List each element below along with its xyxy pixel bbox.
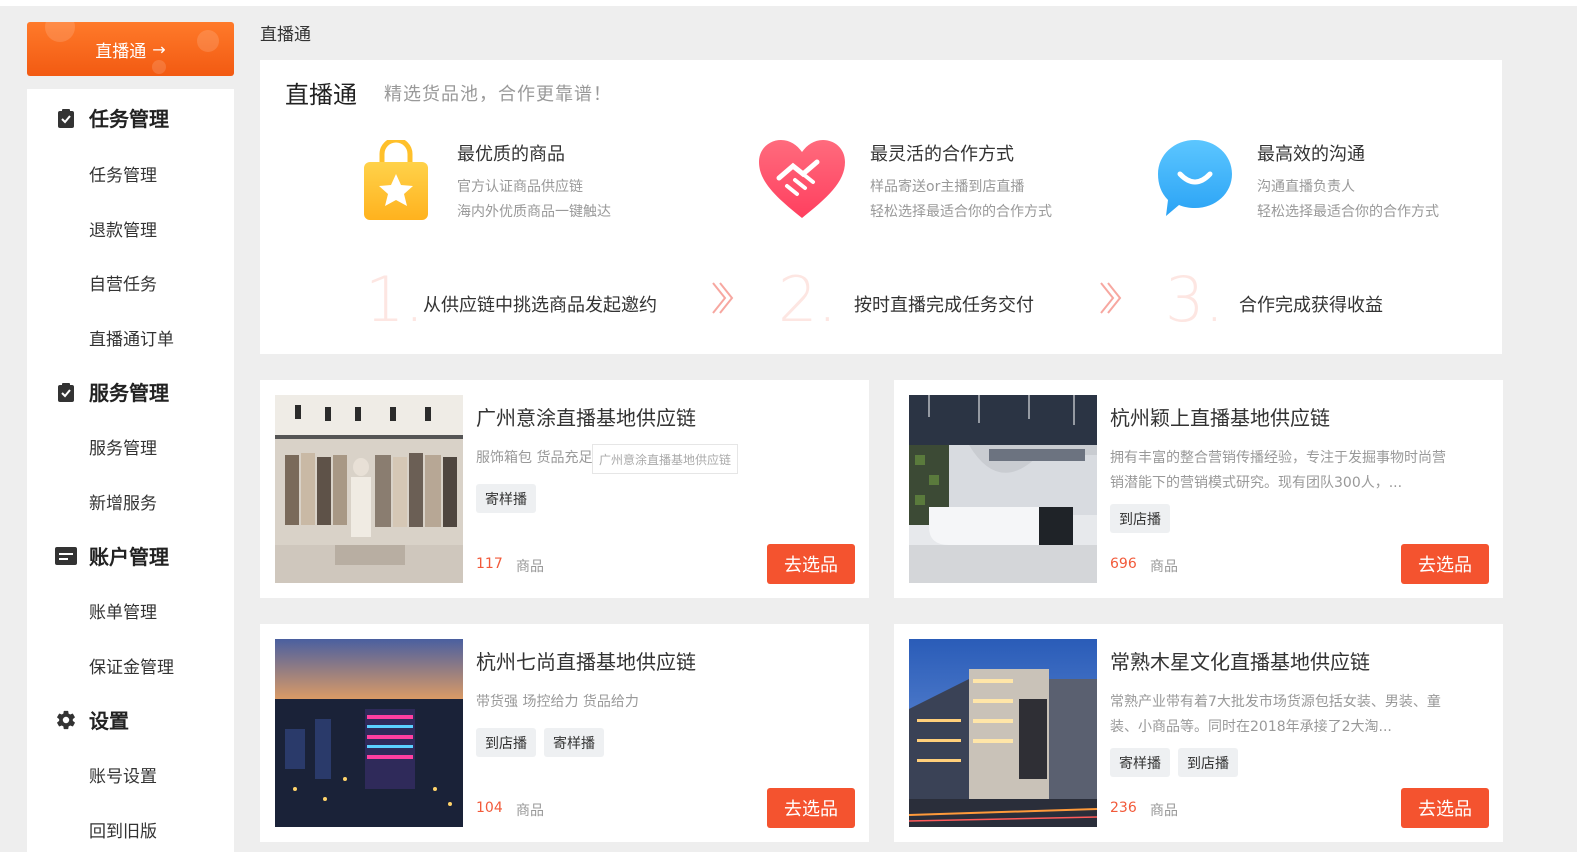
select-products-button[interactable]: 去选品 [767,788,855,828]
supplier-name[interactable]: 杭州七尚直播基地供应链 [476,646,696,675]
product-count: 236 [1110,800,1137,816]
step-text: 合作完成获得收益 [1239,295,1383,316]
sidebar-item-task-management[interactable]: 任务管理 [89,161,157,186]
supplier-thumbnail [275,395,463,583]
sidebar-section-account[interactable]: 账户管理 [55,541,169,570]
shopping-bag-star-icon [360,137,432,226]
supplier-name[interactable]: 常熟木星文化直播基地供应链 [1110,646,1370,675]
select-products-button[interactable]: 去选品 [1401,544,1489,584]
sidebar-item-account-settings[interactable]: 账号设置 [89,762,157,787]
feature-line: 轻松选择最适合你的合作方式 [1257,204,1439,220]
zhibotong-button-label: 直播通 [95,41,147,62]
feature-flexible-cooperation: 最灵活的合作方式 样品寄送or主播到店直播 轻松选择最适合你的合作方式 [870,140,1052,220]
sidebar-item-refund-management[interactable]: 退款管理 [89,216,157,241]
product-count: 696 [1110,556,1137,572]
step-text: 按时直播完成任务交付 [854,295,1034,316]
tooltip: 广州意涂直播基地供应链 [592,444,738,474]
feature-quality-goods: 最优质的商品 官方认证商品供应链 海内外优质商品一键触达 [457,140,611,220]
product-unit: 商品 [516,803,544,819]
sidebar-item-add-service[interactable]: 新增服务 [89,489,157,514]
product-unit: 商品 [1150,559,1178,575]
sidebar-section-settings[interactable]: 设置 [55,705,129,734]
supplier-card[interactable]: 杭州颖上直播基地供应链 拥有丰富的整合营销传播经验，专注于发掘事物时尚营销潜能下… [894,380,1503,598]
feature-line: 轻松选择最适合你的合作方式 [870,204,1052,220]
arrow-right-icon: → [152,39,166,59]
step-number: 2. [778,263,838,336]
intro-panel: 直播通 精选货品池，合作更靠谱！ 最优质的商品 官方认证商品供应链 海内外优质商… [260,60,1502,354]
sidebar-item-self-tasks[interactable]: 自营任务 [89,270,157,295]
tag-in-store: 到店播 [476,728,536,757]
top-strip [0,0,1577,6]
supplier-thumbnail [275,639,463,827]
clipboard-check-icon [55,107,77,129]
sidebar-item-deposit-management[interactable]: 保证金管理 [89,653,174,678]
tag-sample: 寄样播 [476,484,536,513]
handshake-heart-icon [757,138,847,226]
supplier-card[interactable]: 广州意涂直播基地供应链 服饰箱包 货品充足 广州意涂直播基地供应链 寄样播 11… [260,380,869,598]
sidebar-item-service-management[interactable]: 服务管理 [89,434,157,459]
intro-title: 直播通 [285,81,357,109]
supplier-tags: 寄样播 到店播 [1110,748,1238,777]
supplier-name[interactable]: 杭州颖上直播基地供应链 [1110,402,1330,431]
sidebar-item-live-orders[interactable]: 直播通订单 [89,325,174,350]
select-products-button[interactable]: 去选品 [767,544,855,584]
select-products-button[interactable]: 去选品 [1401,788,1489,828]
gear-icon [55,709,77,731]
feature-line: 沟通直播负责人 [1257,179,1355,195]
double-chevron-right-icon [710,280,736,320]
tag-sample: 寄样播 [1110,748,1170,777]
sidebar-section-label: 账户管理 [89,545,169,569]
product-count: 104 [476,800,503,816]
sidebar-item-back-to-old[interactable]: 回到旧版 [89,817,157,842]
supplier-name[interactable]: 广州意涂直播基地供应链 [476,402,696,431]
sidebar: 任务管理 任务管理 退款管理 自营任务 直播通订单 服务管理 服务管理 新增服务… [27,89,234,852]
supplier-tags: 寄样播 [476,484,536,513]
zhibotong-button[interactable]: 直播通 → [27,22,234,76]
decor-dot [45,22,75,42]
feature-title: 最灵活的合作方式 [870,144,1014,165]
supplier-card[interactable]: 常熟木星文化直播基地供应链 常熟产业带有着7大批发市场货源包括女装、男装、童装、… [894,624,1503,842]
sidebar-section-services[interactable]: 服务管理 [55,377,169,406]
decor-dot [152,60,166,74]
double-chevron-right-icon [1098,280,1124,320]
product-unit: 商品 [1150,803,1178,819]
supplier-description: 拥有丰富的整合营销传播经验，专注于发掘事物时尚营销潜能下的营销模式研究。现有团队… [1110,450,1446,491]
product-unit: 商品 [516,559,544,575]
intro-subtitle: 精选货品池，合作更靠谱！ [384,84,612,105]
feature-line: 样品寄送or主播到店直播 [870,179,1025,195]
product-count: 117 [476,556,503,572]
sidebar-section-label: 服务管理 [89,381,169,405]
feature-line: 官方认证商品供应链 [457,179,583,195]
supplier-tags: 到店播 [1110,504,1170,533]
supplier-thumbnail [909,395,1097,583]
supplier-thumbnail [909,639,1097,827]
supplier-description: 常熟产业带有着7大批发市场货源包括女装、男装、童装、小商品等。同时在2018年承… [1110,694,1441,735]
wallet-icon [55,545,77,567]
feature-line: 海内外优质商品一键触达 [457,204,611,220]
clipboard-check-icon [55,381,77,403]
supplier-card[interactable]: 杭州七尚直播基地供应链 带货强 场控给力 货品给力 到店播 寄样播 104 商品… [260,624,869,842]
tag-in-store: 到店播 [1110,504,1170,533]
step-number: 1. [365,263,425,336]
supplier-tags: 到店播 寄样播 [476,728,604,757]
breadcrumb: 直播通 [260,25,311,45]
step-text: 从供应链中挑选商品发起邀约 [423,295,657,316]
feature-efficient-communication: 最高效的沟通 沟通直播负责人 轻松选择最适合你的合作方式 [1257,140,1439,220]
sidebar-item-bill-management[interactable]: 账单管理 [89,598,157,623]
chat-bubble-smile-icon [1154,138,1236,224]
sidebar-section-label: 任务管理 [89,107,169,131]
tag-sample: 寄样播 [544,728,604,757]
step-number: 3. [1165,263,1225,336]
decor-dot [197,30,219,52]
feature-title: 最优质的商品 [457,144,565,165]
sidebar-section-label: 设置 [89,709,129,733]
feature-title: 最高效的沟通 [1257,144,1365,165]
tag-in-store: 到店播 [1178,748,1238,777]
sidebar-section-tasks[interactable]: 任务管理 [55,103,169,132]
